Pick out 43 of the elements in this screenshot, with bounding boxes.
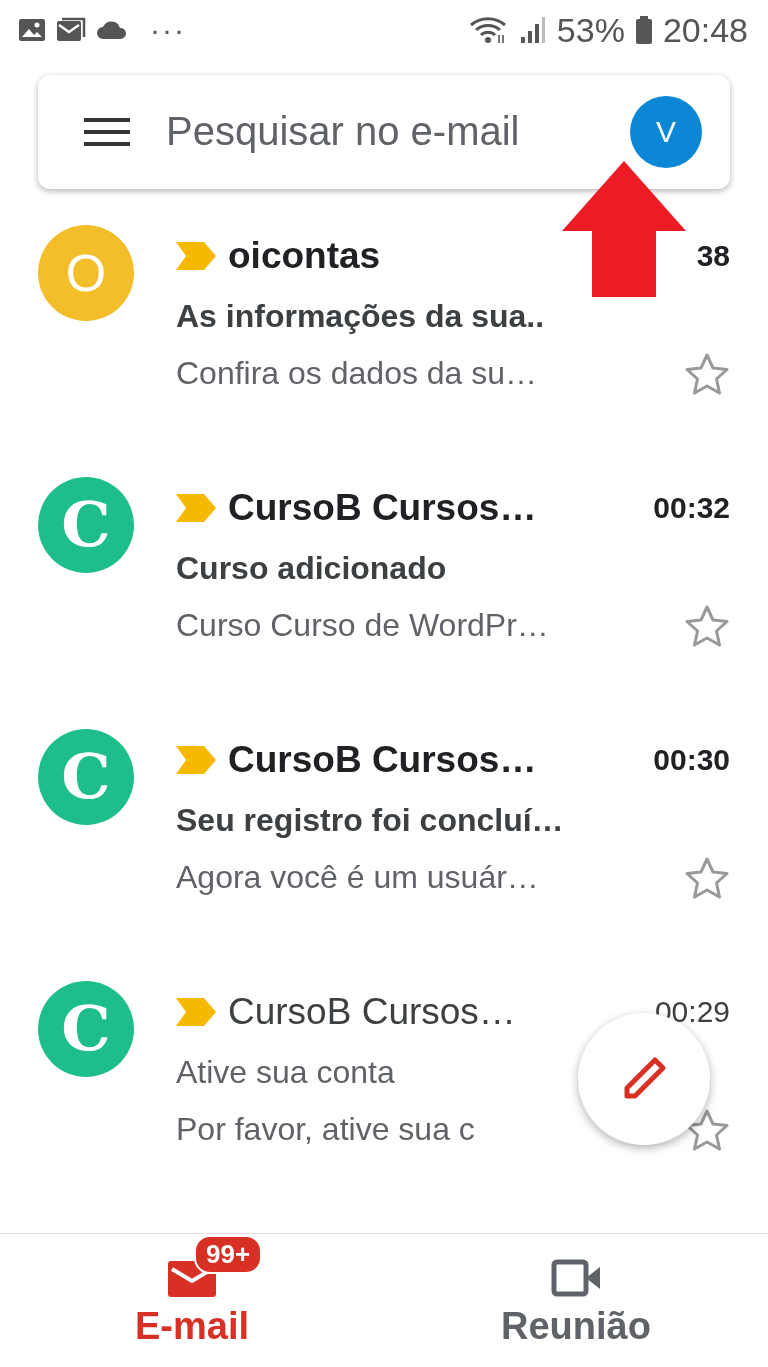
battery-icon <box>634 15 653 46</box>
star-icon[interactable] <box>684 351 730 396</box>
signal-icon <box>518 15 547 46</box>
email-snippet: Confira os dados da su… <box>176 355 538 393</box>
more-notifications: ··· <box>150 13 186 48</box>
sender-avatar: O <box>38 224 134 321</box>
email-time: 00:32 <box>653 490 730 525</box>
email-subject: Seu registro foi concluí… <box>176 800 564 840</box>
sender-name: oicontas <box>228 234 381 277</box>
importance-marker-icon[interactable] <box>176 745 216 774</box>
sender-name: CursoB Cursos… <box>228 738 537 781</box>
image-icon <box>18 18 46 43</box>
search-field[interactable]: Pesquisar no e-mail V <box>38 74 730 189</box>
star-icon[interactable] <box>684 855 730 900</box>
video-camera-icon <box>551 1258 601 1297</box>
sender-avatar: C <box>38 980 134 1077</box>
menu-icon[interactable] <box>84 116 130 147</box>
email-snippet: Por favor, ative sua c <box>176 1111 475 1149</box>
email-snippet: Curso Curso de WordPr… <box>176 607 549 645</box>
cloud-icon <box>96 20 128 41</box>
email-subject: Curso adicionado <box>176 548 447 588</box>
email-time: 00:30 <box>653 742 730 777</box>
email-snippet: Agora você é um usuár… <box>176 859 539 897</box>
nav-tab[interactable]: Reunião <box>384 1233 768 1367</box>
nav-tab[interactable]: 99+ E-mail <box>0 1233 384 1367</box>
clock: 20:48 <box>662 10 748 50</box>
star-icon[interactable] <box>684 603 730 648</box>
sender-avatar: C <box>38 476 134 573</box>
email-subject: As informações da sua.. <box>176 296 545 336</box>
mail-icon <box>56 17 86 44</box>
email-subject: Ative sua conta <box>176 1052 395 1092</box>
importance-marker-icon[interactable] <box>176 997 216 1026</box>
sender-avatar: C <box>38 728 134 825</box>
email-item[interactable]: C CursoB Cursos… 00:32 Curso adicionado Curso Curso de WordPr… <box>0 476 768 729</box>
unread-count-badge: 99+ <box>194 1234 263 1274</box>
importance-marker-icon[interactable] <box>176 241 216 270</box>
battery-percent: 53% <box>556 10 625 50</box>
sender-name: CursoB Cursos… <box>228 990 516 1033</box>
account-avatar[interactable]: V <box>630 95 702 168</box>
email-time: 38 <box>696 238 730 273</box>
importance-marker-icon[interactable] <box>176 493 216 522</box>
sender-name: CursoB Cursos… <box>228 486 537 529</box>
email-item[interactable]: C CursoB Cursos… 00:30 Seu registro foi concluí… Agora você é um usuár… <box>0 728 768 981</box>
